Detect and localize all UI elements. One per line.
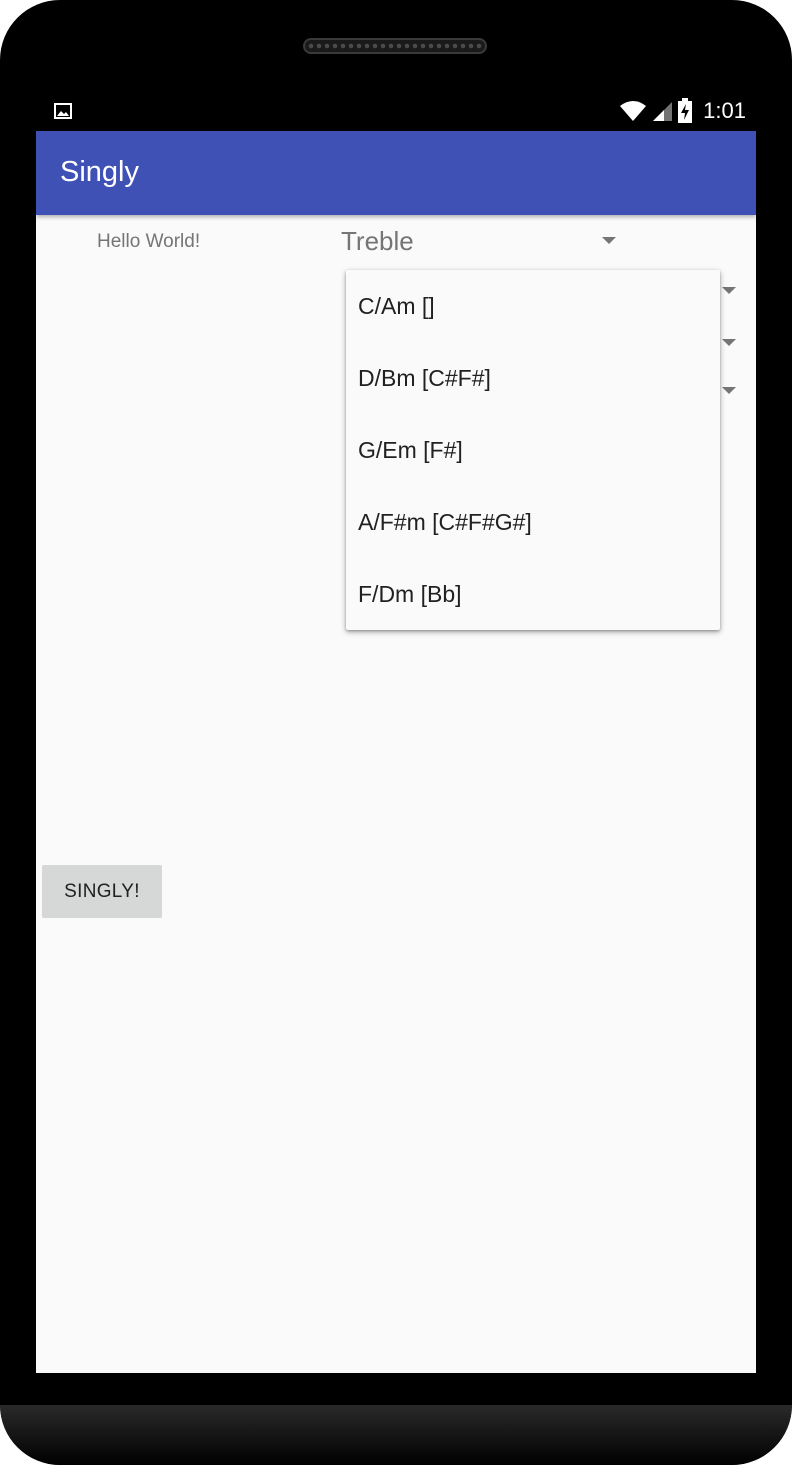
app-bar: Singly <box>36 131 756 215</box>
status-icons: 1:01 <box>619 98 746 124</box>
dropdown-arrow-icon[interactable] <box>722 287 736 294</box>
status-time: 1:01 <box>703 98 746 123</box>
app-title: Singly <box>60 156 139 188</box>
wifi-icon <box>620 101 647 121</box>
dropdown-option[interactable]: G/Em [F#] <box>346 414 720 486</box>
battery-charging-icon <box>678 98 693 123</box>
key-dropdown-menu: C/Am [] D/Bm [C#F#] G/Em [F#] A/F#m [C#F… <box>346 270 720 630</box>
status-bar: 1:01 <box>36 90 756 131</box>
dropdown-option[interactable]: A/F#m [C#F#G#] <box>346 486 720 558</box>
bottom-bezel <box>0 1405 792 1465</box>
clef-spinner[interactable]: Treble <box>341 223 621 263</box>
image-icon <box>54 103 72 119</box>
clef-spinner-value: Treble <box>341 226 414 256</box>
speaker-grille <box>303 38 487 54</box>
screen: 1:01 Singly Hello World! Treble C/Am [] … <box>36 90 756 1373</box>
dropdown-option[interactable]: C/Am [] <box>346 270 720 342</box>
dropdown-option[interactable]: F/Dm [Bb] <box>346 558 720 630</box>
dropdown-option[interactable]: D/Bm [C#F#] <box>346 342 720 414</box>
dropdown-arrow-icon[interactable] <box>722 387 736 394</box>
hello-text: Hello World! <box>97 231 201 252</box>
device-frame: 1:01 Singly Hello World! Treble C/Am [] … <box>0 0 792 1465</box>
dropdown-arrow-icon[interactable] <box>722 339 736 346</box>
dropdown-arrow-icon <box>602 237 616 244</box>
singly-button[interactable]: SINGLY! <box>42 865 162 918</box>
cell-signal-icon <box>653 102 673 121</box>
